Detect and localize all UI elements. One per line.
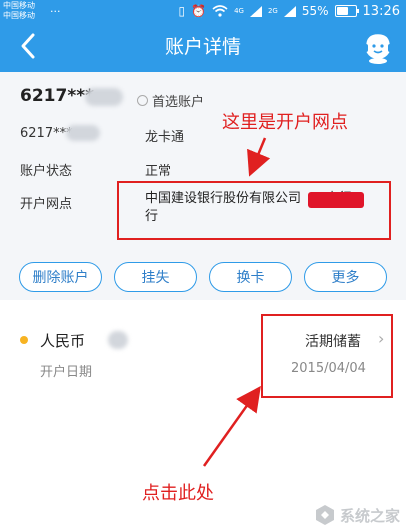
arrow-to-branch	[247, 137, 271, 177]
annotation-arrows	[202, 137, 271, 467]
watermark: 系统之家	[314, 504, 400, 526]
arrow-to-deposit	[202, 385, 261, 467]
watermark-logo-icon	[315, 505, 334, 525]
watermark-text: 系统之家	[339, 506, 400, 525]
